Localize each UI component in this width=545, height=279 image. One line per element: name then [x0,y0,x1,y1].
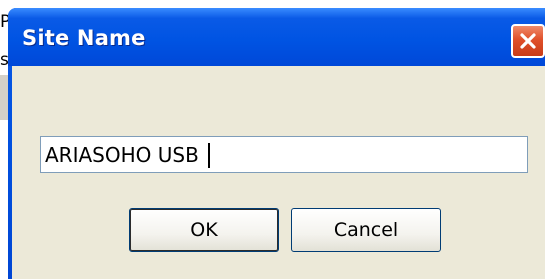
dialog-client-area: OK Cancel [12,66,545,279]
close-button[interactable] [511,24,545,58]
text-caret [208,143,210,168]
close-icon [520,33,536,49]
dialog-titlebar[interactable]: Site Name [8,8,545,66]
dialog-title: Site Name [22,26,146,50]
site-name-field[interactable] [40,136,528,173]
cancel-button[interactable]: Cancel [291,208,441,252]
site-name-input[interactable] [41,137,527,172]
ok-button[interactable]: OK [129,208,279,252]
site-name-dialog: Site Name OK Cancel [8,8,545,279]
